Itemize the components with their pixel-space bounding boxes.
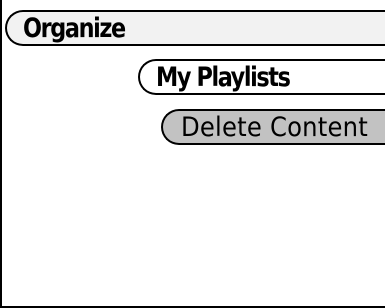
menu-item-my-playlists-label: My Playlists bbox=[156, 61, 291, 93]
menu-item-delete-content[interactable]: Delete Content bbox=[161, 109, 385, 145]
menu-item-organize[interactable]: Organize bbox=[5, 10, 385, 46]
menu-item-delete-content-label: Delete Content bbox=[181, 111, 368, 143]
menu-item-my-playlists[interactable]: My Playlists bbox=[138, 59, 385, 95]
menu-item-organize-label: Organize bbox=[23, 12, 126, 44]
device-screen: Organize My Playlists Delete Content bbox=[0, 0, 385, 308]
